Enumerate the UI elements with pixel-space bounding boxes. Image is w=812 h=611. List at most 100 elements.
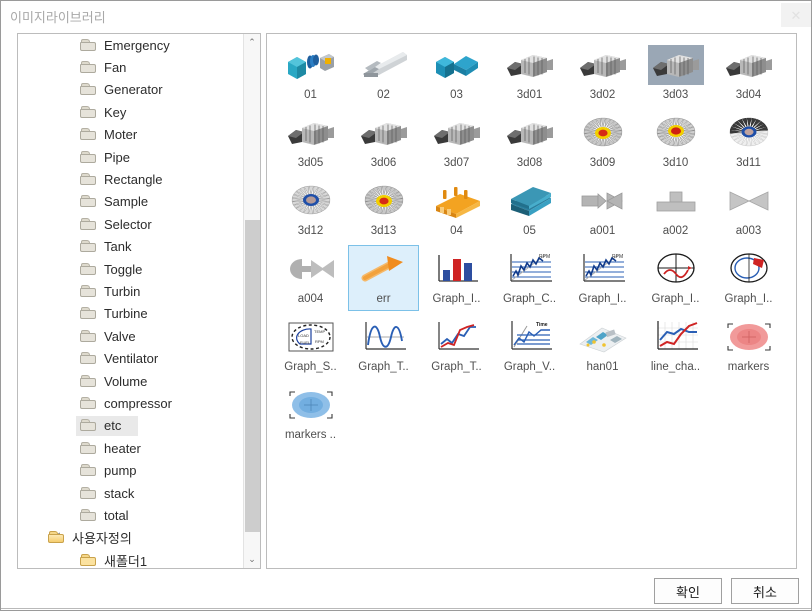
tree-item-Turbine[interactable]: Turbine (18, 303, 244, 325)
grid-item-3d03[interactable]: 3d03 (640, 41, 711, 107)
stack-blue-icon (502, 181, 558, 221)
tree-item-Pipe[interactable]: Pipe (18, 146, 244, 168)
tree-item-Valve[interactable]: Valve (18, 325, 244, 347)
grid-item-line_cha[interactable]: line_cha.. (640, 313, 711, 379)
tree-item-Selector[interactable]: Selector (18, 213, 244, 235)
grid-item-label: line_cha.. (650, 361, 701, 373)
close-icon[interactable]: ✕ (781, 3, 811, 27)
grid-item-03[interactable]: 03 (421, 41, 492, 107)
folder-icon (80, 307, 96, 320)
grid-item-label: 3d01 (516, 89, 543, 101)
grid-item-3d10[interactable]: 3d10 (640, 109, 711, 175)
category-tree-list[interactable]: Emergency Fan Generator Key Moter Pipe Rectang… (18, 34, 244, 568)
grid-item-04[interactable]: 04 (421, 177, 492, 243)
grid-item-label: 3d13 (370, 225, 397, 237)
tree-item-Toggle[interactable]: Toggle (18, 258, 244, 280)
tree-item-Volume[interactable]: Volume (18, 370, 244, 392)
grid-item-3d13[interactable]: 3d13 (348, 177, 419, 243)
folder-icon (80, 195, 96, 208)
tree-item-label: Fan (104, 60, 127, 76)
turbine-3d-icon (502, 113, 558, 153)
time-series-icon: Time (502, 317, 558, 357)
tree-item-Moter[interactable]: Moter (18, 124, 244, 146)
tree-item-Emergency[interactable]: Emergency (18, 34, 244, 56)
tree-item-Tank[interactable]: Tank (18, 236, 244, 258)
tree-item-Turbin[interactable]: Turbin (18, 280, 244, 302)
grid-item-label: Graph_T.. (358, 361, 409, 373)
tree-item-Generator[interactable]: Generator (18, 79, 244, 101)
tree-item-label: total (104, 507, 129, 523)
grid-item-3d11[interactable]: 3d11 (713, 109, 784, 175)
grid-item-han01[interactable]: han01 (567, 313, 638, 379)
tree-item-total[interactable]: total (18, 504, 244, 526)
tree-item-label: Sample (104, 194, 149, 210)
grid-item-err[interactable]: err (348, 245, 419, 311)
tree-item-Fan[interactable]: Fan (18, 56, 244, 78)
tree-scrollbar[interactable]: ⌃ ⌄ (243, 34, 260, 568)
grid-item-Graph_T[interactable]: Graph_T.. (421, 313, 492, 379)
grid-item-label: han01 (586, 361, 619, 373)
grid-item-3d09[interactable]: 3d09 (567, 109, 638, 175)
marker-blue-icon (283, 385, 339, 425)
grid-item-3d08[interactable]: 3d08 (494, 109, 565, 175)
scatter-trend-icon: RPM (575, 249, 631, 289)
tree-item-사용자정의[interactable]: 사용자정의 (18, 527, 244, 549)
grid-item-3d05[interactable]: 3d05 (275, 109, 346, 175)
grid-item-Graph_T[interactable]: Graph_T.. (348, 313, 419, 379)
grid-item-Graph_V[interactable]: Time Graph_V.. (494, 313, 565, 379)
grid-item-02[interactable]: 02 (348, 41, 419, 107)
grid-item-label: a002 (662, 225, 689, 237)
ok-button[interactable]: 확인 (654, 578, 722, 604)
tree-item-compressor[interactable]: compressor (18, 392, 244, 414)
grid-item-3d06[interactable]: 3d06 (348, 109, 419, 175)
tree-item-Key[interactable]: Key (18, 101, 244, 123)
grid-item-a004[interactable]: a004 (275, 245, 346, 311)
grid-item-Graph_I[interactable]: Graph_I.. (421, 245, 492, 311)
tree-item-label: heater (104, 440, 141, 456)
grid-item-a002[interactable]: a002 (640, 177, 711, 243)
grid-item-Graph_I[interactable]: Graph_I.. (713, 245, 784, 311)
grid-item-3d04[interactable]: 3d04 (713, 41, 784, 107)
grid-item-a001[interactable]: a001 (567, 177, 638, 243)
grid-item-markers[interactable]: markers .. (275, 381, 346, 447)
tree-item-stack[interactable]: stack (18, 482, 244, 504)
grid-item-3d01[interactable]: 3d01 (494, 41, 565, 107)
grid-item-05[interactable]: 05 (494, 177, 565, 243)
line-cross-icon (429, 317, 485, 357)
grid-item-markers[interactable]: markers (713, 313, 784, 379)
tree-item-Ventilator[interactable]: Ventilator (18, 347, 244, 369)
svg-text:LOAD: LOAD (298, 333, 309, 338)
scrollbar-thumb[interactable] (245, 220, 260, 532)
grid-item-label: 04 (450, 225, 463, 237)
tree-item-새폴더1[interactable]: 새폴더1 (18, 549, 244, 568)
grid-item-3d07[interactable]: 3d07 (421, 109, 492, 175)
grid-item-01[interactable]: 01 (275, 41, 346, 107)
tree-item-label: compressor (104, 395, 172, 411)
tree-item-Sample[interactable]: Sample (18, 191, 244, 213)
cancel-button[interactable]: 취소 (731, 578, 799, 604)
tree-item-etc[interactable]: etc (18, 415, 244, 437)
tree-item-heater[interactable]: heater (18, 437, 244, 459)
tree-item-pump[interactable]: pump (18, 459, 244, 481)
conveyor-icon (356, 45, 412, 85)
tree-item-label: Moter (104, 127, 138, 143)
grid-item-3d02[interactable]: 3d02 (567, 41, 638, 107)
grid-item-Graph_S[interactable]: LOAD TEMP FUEL RPM Graph_S.. (275, 313, 346, 379)
category-tree-panel[interactable]: Emergency Fan Generator Key Moter Pipe Rectang… (17, 33, 261, 569)
dialog-title: 이미지라이브러리 (10, 9, 106, 25)
image-grid-panel[interactable]: 01 02 03 3d01 3d02 3d03 3d04 3d05 3d06 3… (266, 33, 797, 569)
svg-text:TEMP: TEMP (314, 329, 325, 334)
image-grid[interactable]: 01 02 03 3d01 3d02 3d03 3d04 3d05 3d06 3… (273, 40, 792, 448)
grid-item-Graph_I[interactable]: RPM Graph_I.. (567, 245, 638, 311)
scroll-down-icon[interactable]: ⌄ (244, 551, 260, 568)
scroll-up-icon[interactable]: ⌃ (244, 34, 260, 51)
grid-item-Graph_I[interactable]: Graph_I.. (640, 245, 711, 311)
turbine-3d-icon (283, 113, 339, 153)
grid-item-Graph_C[interactable]: RPM Graph_C.. (494, 245, 565, 311)
turbine-3d-icon (429, 113, 485, 153)
folder-icon (80, 262, 96, 276)
grid-item-a003[interactable]: a003 (713, 177, 784, 243)
grid-item-label: Graph_I.. (578, 293, 627, 305)
tree-item-Rectangle[interactable]: Rectangle (18, 168, 244, 190)
grid-item-3d12[interactable]: 3d12 (275, 177, 346, 243)
